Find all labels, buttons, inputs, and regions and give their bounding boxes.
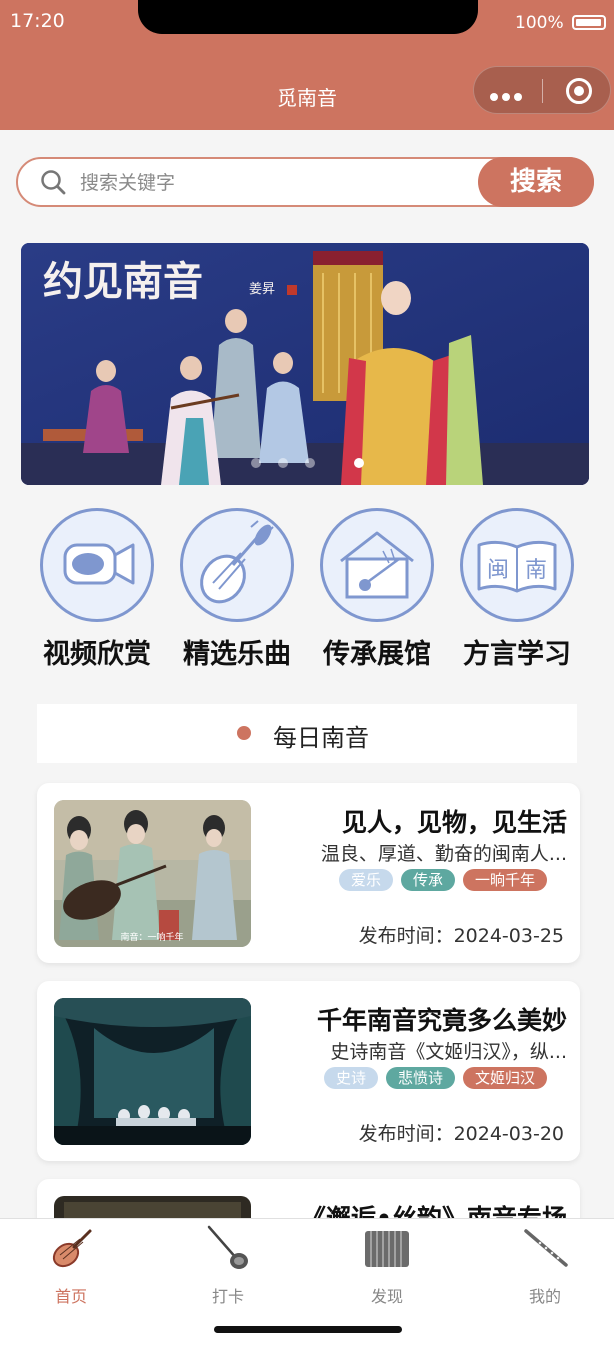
section-dot-icon <box>237 726 251 740</box>
museum-house-icon <box>320 508 434 622</box>
article-title: 千年南音究竟多么美妙 <box>316 1006 567 1035</box>
tag: 传承 <box>400 869 455 891</box>
publish-date-value: 2024-03-25 <box>453 925 564 947</box>
tag: 爱乐 <box>338 869 393 891</box>
book-char-min: 闽 <box>487 558 509 583</box>
banner-carousel[interactable]: 约见南音 姜昇 <box>21 243 589 485</box>
banner-signature: 姜昇 <box>249 282 275 297</box>
banner-title-art: 约见南音 <box>43 258 203 305</box>
video-camera-icon <box>40 508 154 622</box>
article-card[interactable]: 《邂逅•丝韵》南音专场 <box>37 1179 580 1218</box>
device-notch <box>138 0 478 34</box>
tag: 一晌千年 <box>462 869 547 891</box>
tab-label: 首页 <box>54 1287 87 1306</box>
article-subtitle: 史诗南音《文姬归汉》，纵... <box>330 1041 567 1063</box>
dongxiao-flute-icon <box>524 1229 568 1267</box>
home-indicator[interactable] <box>214 1326 402 1333</box>
category-video[interactable]: 视频欣赏 <box>27 508 167 671</box>
navbar: 觅南音 <box>0 58 614 130</box>
article-card[interactable]: 千年南音究竟多么美妙 史诗南音《文姬归汉》，纵... 史诗 悲愤诗 文姬归汉 发布时… <box>37 981 580 1161</box>
tag: 悲愤诗 <box>385 1067 455 1089</box>
pipa-lute-icon <box>180 508 294 622</box>
paiban-clapper-icon <box>365 1231 409 1267</box>
battery-percent: 100% <box>515 13 564 33</box>
publish-date-value: 2024-03-20 <box>453 1123 564 1145</box>
category-music[interactable]: 精选乐曲 <box>167 508 307 671</box>
book-char-nan: 南 <box>525 558 547 583</box>
carousel-dot <box>251 458 261 468</box>
publish-date: 发布时间：2024-03-20 <box>359 1119 564 1146</box>
category-grid: 视频欣赏 精选乐曲 传承展馆 闽 南 方言学习 <box>0 508 614 678</box>
publish-date-label: 发布时间： <box>358 1123 454 1145</box>
sanxian-icon <box>207 1225 248 1269</box>
status-time: 17:20 <box>10 10 65 32</box>
tab-discover[interactable]: 发现 <box>327 1219 447 1307</box>
article-thumbnail: 南音：一响千年 <box>54 800 251 947</box>
article-title: 见人，见物，见生活 <box>341 808 567 837</box>
main-content: 搜索关键字 搜索 约见南音 姜昇 视频欣赏 精选乐曲 传承展馆 闽 南 方言学习… <box>0 130 614 1218</box>
category-label: 方言学习 <box>463 639 571 670</box>
pipa-icon <box>52 1229 92 1268</box>
section-title: 每日南音 <box>273 724 369 752</box>
article-subtitle: 温良、厚道、勤奋的闽南人... <box>320 843 567 865</box>
article-thumbnail <box>54 998 251 1145</box>
article-card[interactable]: 南音：一响千年 见人，见物，见生活 温良、厚道、勤奋的闽南人... 爱乐 传承 一晌… <box>37 783 580 963</box>
more-menu-icon[interactable] <box>490 86 526 105</box>
category-museum[interactable]: 传承展馆 <box>307 508 447 671</box>
search-bar: 搜索 <box>16 157 594 207</box>
search-icon <box>41 170 66 195</box>
carousel-dot <box>278 458 288 468</box>
tab-checkin[interactable]: 打卡 <box>168 1219 288 1307</box>
tag-list: 爱乐 传承 一晌千年 <box>277 869 547 891</box>
category-label: 传承展馆 <box>323 639 431 670</box>
category-label: 精选乐曲 <box>183 639 291 670</box>
tab-label: 我的 <box>528 1287 561 1306</box>
tag: 文姬归汉 <box>462 1067 547 1089</box>
banner-image: 约见南音 姜昇 <box>21 243 589 485</box>
tag-list: 史诗 悲愤诗 文姬归汉 <box>277 1067 547 1089</box>
miniprogram-capsule <box>473 66 611 114</box>
status-bar: 17:20 100% <box>0 0 614 58</box>
carousel-dot-active <box>354 458 364 468</box>
daily-section-header: 每日南音 <box>37 704 577 763</box>
battery-icon <box>572 15 606 30</box>
tab-label: 打卡 <box>211 1287 244 1306</box>
article-title: 《邂逅•丝韵》南音专场 <box>267 1199 567 1218</box>
publish-date-label: 发布时间： <box>358 925 454 947</box>
tab-home[interactable]: 首页 <box>11 1219 131 1307</box>
dialect-book-icon: 闽 南 <box>460 508 574 622</box>
tag: 史诗 <box>323 1067 378 1089</box>
publish-date: 发布时间：2024-03-25 <box>359 921 564 948</box>
category-dialect[interactable]: 闽 南 方言学习 <box>447 508 587 671</box>
capsule-divider <box>542 79 543 103</box>
seal-stamp-icon <box>287 285 297 295</box>
tab-profile[interactable]: 我的 <box>485 1219 605 1307</box>
carousel-dot <box>305 458 315 468</box>
tab-label: 发现 <box>370 1287 403 1306</box>
article-thumbnail <box>54 1196 251 1218</box>
search-input[interactable] <box>78 167 482 199</box>
thumbnail-caption: 南音：一响千年 <box>120 931 183 943</box>
close-miniprogram-icon[interactable] <box>566 78 592 104</box>
search-button[interactable]: 搜索 <box>478 157 594 207</box>
category-label: 视频欣赏 <box>43 639 151 670</box>
